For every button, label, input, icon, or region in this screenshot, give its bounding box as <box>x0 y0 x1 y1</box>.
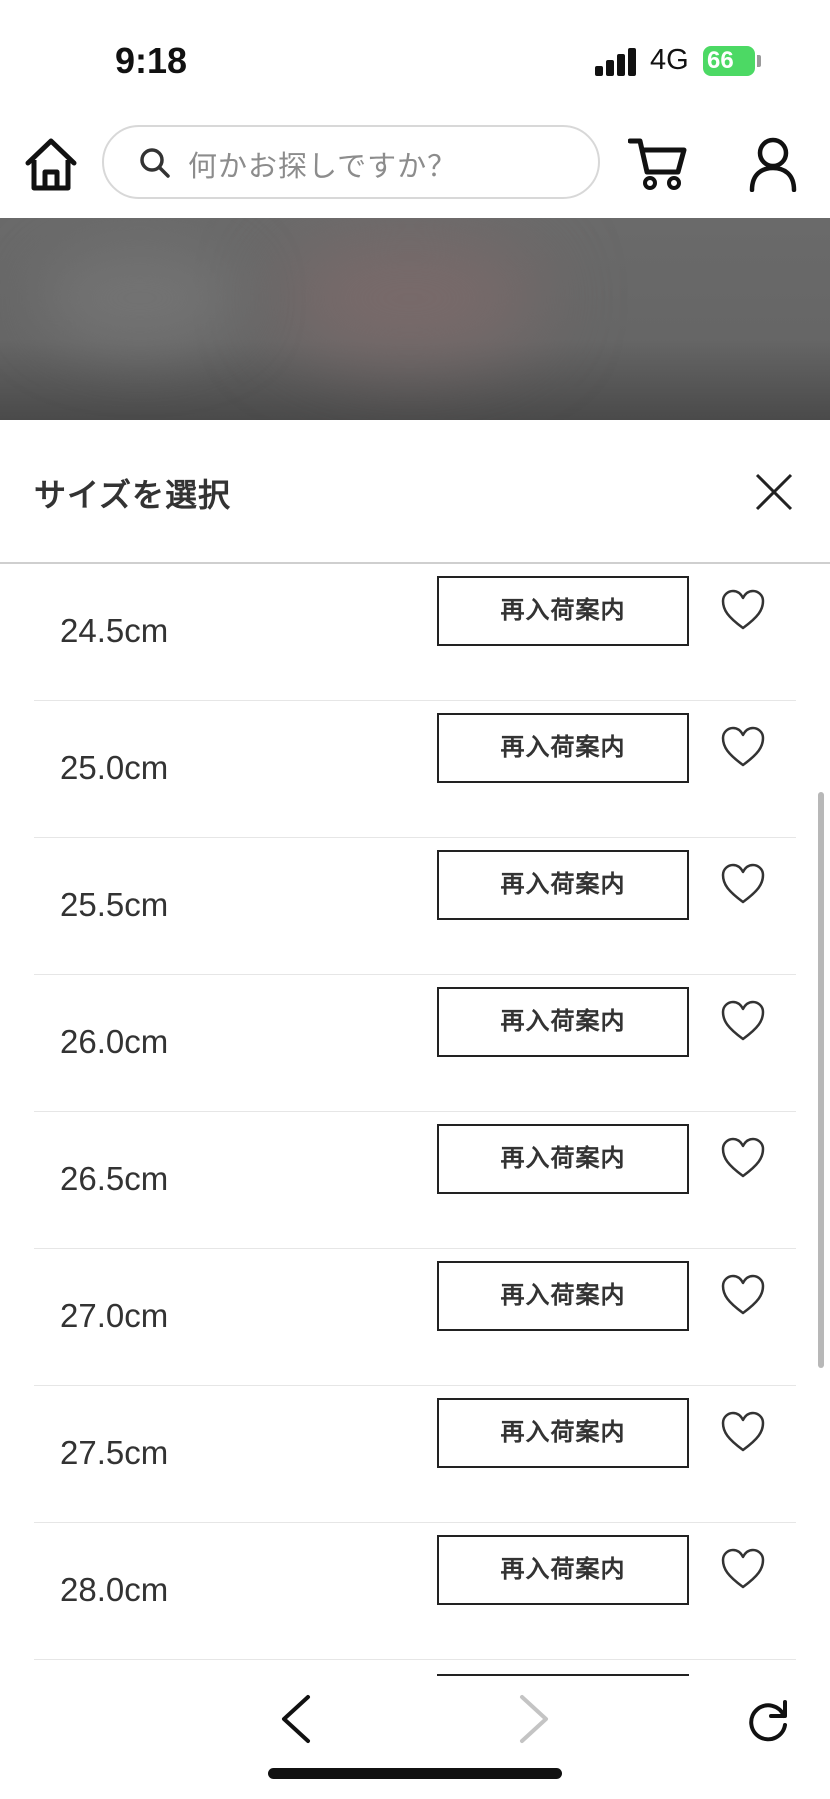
battery-icon <box>757 55 761 67</box>
browser-toolbar <box>0 1670 830 1799</box>
size-row: 27.0cm 再入荷案内 <box>34 1249 796 1386</box>
restock-notify-button[interactable]: 再入荷案内 <box>437 1535 689 1605</box>
size-label: 27.5cm <box>60 1434 169 1471</box>
restock-notify-button-partial <box>437 1674 689 1676</box>
heart-icon[interactable] <box>720 1273 766 1317</box>
home-icon[interactable] <box>24 136 78 192</box>
search-icon <box>138 146 172 180</box>
close-icon[interactable] <box>754 472 794 512</box>
size-label: 26.5cm <box>60 1160 169 1197</box>
back-icon[interactable] <box>278 1694 314 1744</box>
size-row: 27.5cm 再入荷案内 <box>34 1386 796 1523</box>
restock-notify-button[interactable]: 再入荷案内 <box>437 850 689 920</box>
signal-icon <box>595 48 637 76</box>
heart-icon[interactable] <box>720 588 766 632</box>
size-row: 24.5cm 再入荷案内 <box>34 564 796 701</box>
size-label: 27.0cm <box>60 1297 169 1334</box>
size-row: 25.0cm 再入荷案内 <box>34 701 796 838</box>
status-time: 9:18 <box>115 40 188 81</box>
restock-notify-button[interactable]: 再入荷案内 <box>437 1261 689 1331</box>
restock-notify-button[interactable]: 再入荷案内 <box>437 713 689 783</box>
heart-icon[interactable] <box>720 999 766 1043</box>
sheet-title: サイズを選択 <box>34 477 232 513</box>
restock-notify-button[interactable]: 再入荷案内 <box>437 576 689 646</box>
heart-icon[interactable] <box>720 1410 766 1454</box>
size-row: 25.5cm 再入荷案内 <box>34 838 796 975</box>
size-label: 24.5cm <box>60 612 169 649</box>
heart-icon[interactable] <box>720 1547 766 1591</box>
search-placeholder: 何かお探しですか？ <box>188 151 458 183</box>
restock-notify-button[interactable]: 再入荷案内 <box>437 1398 689 1468</box>
heart-icon[interactable] <box>720 1136 766 1180</box>
user-icon[interactable] <box>748 136 798 193</box>
cart-icon[interactable] <box>627 136 688 192</box>
size-row: 26.0cm 再入荷案内 <box>34 975 796 1112</box>
restock-notify-button[interactable]: 再入荷案内 <box>437 1124 689 1194</box>
battery-level: 66 <box>703 46 755 76</box>
size-label: 28.0cm <box>60 1571 169 1608</box>
size-row: 26.5cm 再入荷案内 <box>34 1112 796 1249</box>
size-row: 28.0cm 再入荷案内 <box>34 1523 796 1660</box>
home-indicator <box>268 1768 562 1779</box>
forward-icon[interactable] <box>516 1694 552 1744</box>
scrollbar[interactable] <box>818 792 824 1368</box>
restock-notify-button[interactable]: 再入荷案内 <box>437 987 689 1057</box>
size-label: 25.5cm <box>60 886 169 923</box>
size-label: 25.0cm <box>60 749 169 786</box>
network-type: 4G <box>650 44 689 76</box>
heart-icon[interactable] <box>720 862 766 906</box>
product-image-backdrop <box>0 218 830 420</box>
heart-icon[interactable] <box>720 725 766 769</box>
reload-icon[interactable] <box>744 1696 792 1744</box>
size-label: 26.0cm <box>60 1023 169 1060</box>
